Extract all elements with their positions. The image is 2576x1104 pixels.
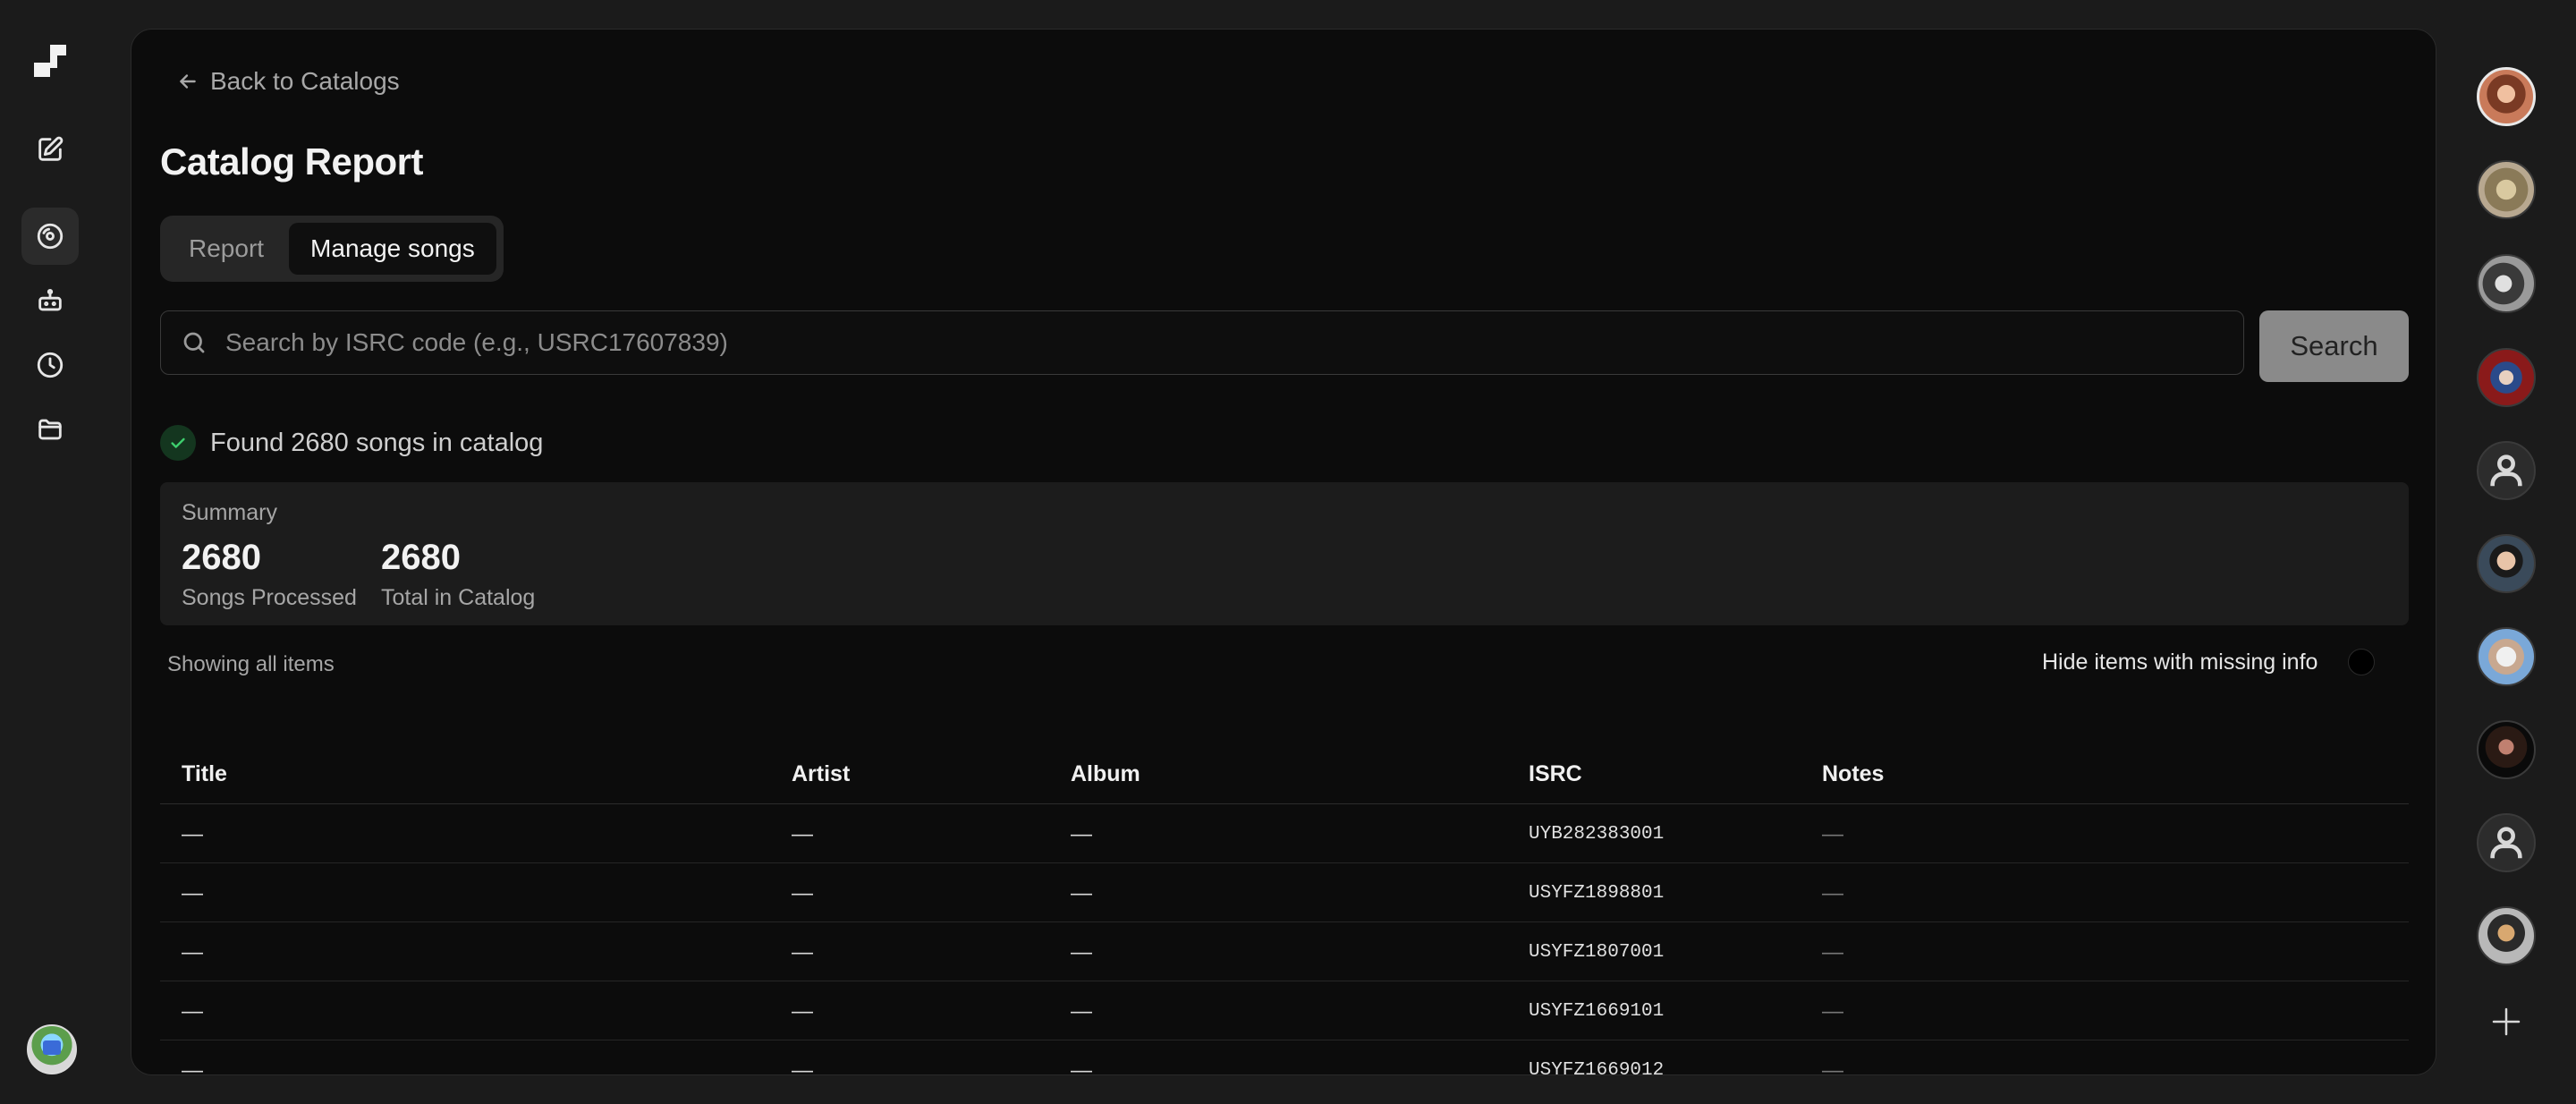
table-header: Title Artist Album ISRC Notes <box>160 745 2409 804</box>
tab-manage-songs[interactable]: Manage songs <box>289 223 496 275</box>
user-avatar[interactable] <box>27 1024 77 1074</box>
hide-missing-toggle-row: Hide items with missing info <box>2042 649 2376 675</box>
status-text: Found 2680 songs in catalog <box>210 428 544 457</box>
back-link-label: Back to Catalogs <box>210 67 400 95</box>
column-header-notes[interactable]: Notes <box>1822 761 1884 787</box>
stat-songs-processed: 2680 Songs Processed <box>182 538 357 611</box>
tab-report[interactable]: Report <box>167 223 285 275</box>
hide-missing-toggle[interactable] <box>2348 649 2376 675</box>
cell-album: — <box>1071 940 1092 964</box>
edit-icon[interactable] <box>21 121 79 178</box>
cell-title: — <box>182 1058 203 1075</box>
cell-artist: — <box>792 999 813 1023</box>
column-header-artist[interactable]: Artist <box>792 761 850 787</box>
arrow-left-icon <box>180 74 196 89</box>
search-button[interactable]: Search <box>2259 310 2409 382</box>
column-header-album[interactable]: Album <box>1071 761 1140 787</box>
isrc-search-input[interactable] <box>225 328 2243 357</box>
table-row[interactable]: — — — USYFZ1898801 — <box>160 863 2409 922</box>
cell-title: — <box>182 822 203 846</box>
cell-album: — <box>1071 1058 1092 1075</box>
contact-avatar[interactable] <box>2477 813 2536 872</box>
songs-table: Title Artist Album ISRC Notes — — — UYB2823… <box>160 745 2409 1075</box>
hide-missing-label: Hide items with missing info <box>2042 649 2318 675</box>
contact-avatar[interactable] <box>2477 67 2536 126</box>
page-title: Catalog Report <box>160 140 424 183</box>
table-body: — — — UYB282383001 — — — — USYFZ1898801 — — — — USYFZ… <box>160 804 2409 1075</box>
column-header-title[interactable]: Title <box>182 761 227 787</box>
stat-value: 2680 <box>381 538 461 577</box>
user-icon <box>2490 827 2522 859</box>
left-sidebar <box>0 0 131 1104</box>
cell-title: — <box>182 999 203 1023</box>
summary-card: Summary 2680 Songs Processed 2680 Total … <box>160 482 2409 625</box>
cell-notes: — <box>1822 881 1843 905</box>
contact-avatar[interactable] <box>2477 627 2536 686</box>
status-message: Found 2680 songs in catalog <box>160 425 543 461</box>
plus-icon <box>2492 1007 2521 1036</box>
cell-artist: — <box>792 881 813 905</box>
contact-avatar[interactable] <box>2477 254 2536 313</box>
search-field <box>160 310 2244 375</box>
cell-artist: — <box>792 1058 813 1075</box>
cell-album: — <box>1071 999 1092 1023</box>
contact-avatar[interactable] <box>2477 348 2536 407</box>
table-row[interactable]: — — — USYFZ1669101 — <box>160 981 2409 1040</box>
user-icon <box>2490 454 2522 487</box>
tab-bar: Report Manage songs <box>160 216 504 282</box>
folder-icon[interactable] <box>21 401 79 458</box>
right-sidebar <box>2436 0 2576 1104</box>
robot-icon[interactable] <box>21 272 79 329</box>
contact-avatar[interactable] <box>2477 906 2536 965</box>
catalog-icon[interactable] <box>21 208 79 265</box>
main-panel: Back to Catalogs Catalog Report Report M… <box>131 29 2436 1075</box>
check-circle-icon <box>160 425 196 461</box>
table-row[interactable]: — — — USYFZ1807001 — <box>160 922 2409 981</box>
cell-artist: — <box>792 940 813 964</box>
cell-isrc: USYFZ1898801 <box>1529 883 1665 904</box>
table-row[interactable]: — — — UYB282383001 — <box>160 804 2409 863</box>
cell-album: — <box>1071 822 1092 846</box>
contact-avatar[interactable] <box>2477 441 2536 500</box>
cell-notes: — <box>1822 940 1843 964</box>
contact-avatar[interactable] <box>2477 720 2536 779</box>
cell-isrc: USYFZ1807001 <box>1529 942 1665 963</box>
stat-label: Total in Catalog <box>381 585 536 610</box>
cell-isrc: USYFZ1669101 <box>1529 1001 1665 1022</box>
clock-icon[interactable] <box>21 336 79 394</box>
stat-value: 2680 <box>182 538 261 577</box>
cell-title: — <box>182 881 203 905</box>
cell-notes: — <box>1822 1058 1843 1075</box>
contact-avatar[interactable] <box>2477 160 2536 219</box>
cell-notes: — <box>1822 999 1843 1023</box>
search-icon <box>183 332 205 353</box>
app-logo[interactable] <box>30 41 70 81</box>
cell-isrc: UYB282383001 <box>1529 824 1665 845</box>
cell-title: — <box>182 940 203 964</box>
cell-notes: — <box>1822 822 1843 846</box>
cell-artist: — <box>792 822 813 846</box>
stat-total-in-catalog: 2680 Total in Catalog <box>381 538 535 611</box>
stat-label: Songs Processed <box>182 585 357 610</box>
add-contact-button[interactable] <box>2488 1004 2524 1040</box>
summary-label: Summary <box>182 500 277 525</box>
showing-text: Showing all items <box>167 652 335 676</box>
table-row[interactable]: — — — USYFZ1669012 — <box>160 1040 2409 1075</box>
back-to-catalogs-link[interactable]: Back to Catalogs <box>176 67 400 96</box>
cell-isrc: USYFZ1669012 <box>1529 1060 1665 1075</box>
contact-avatar[interactable] <box>2477 534 2536 593</box>
cell-album: — <box>1071 881 1092 905</box>
column-header-isrc[interactable]: ISRC <box>1529 761 1582 787</box>
